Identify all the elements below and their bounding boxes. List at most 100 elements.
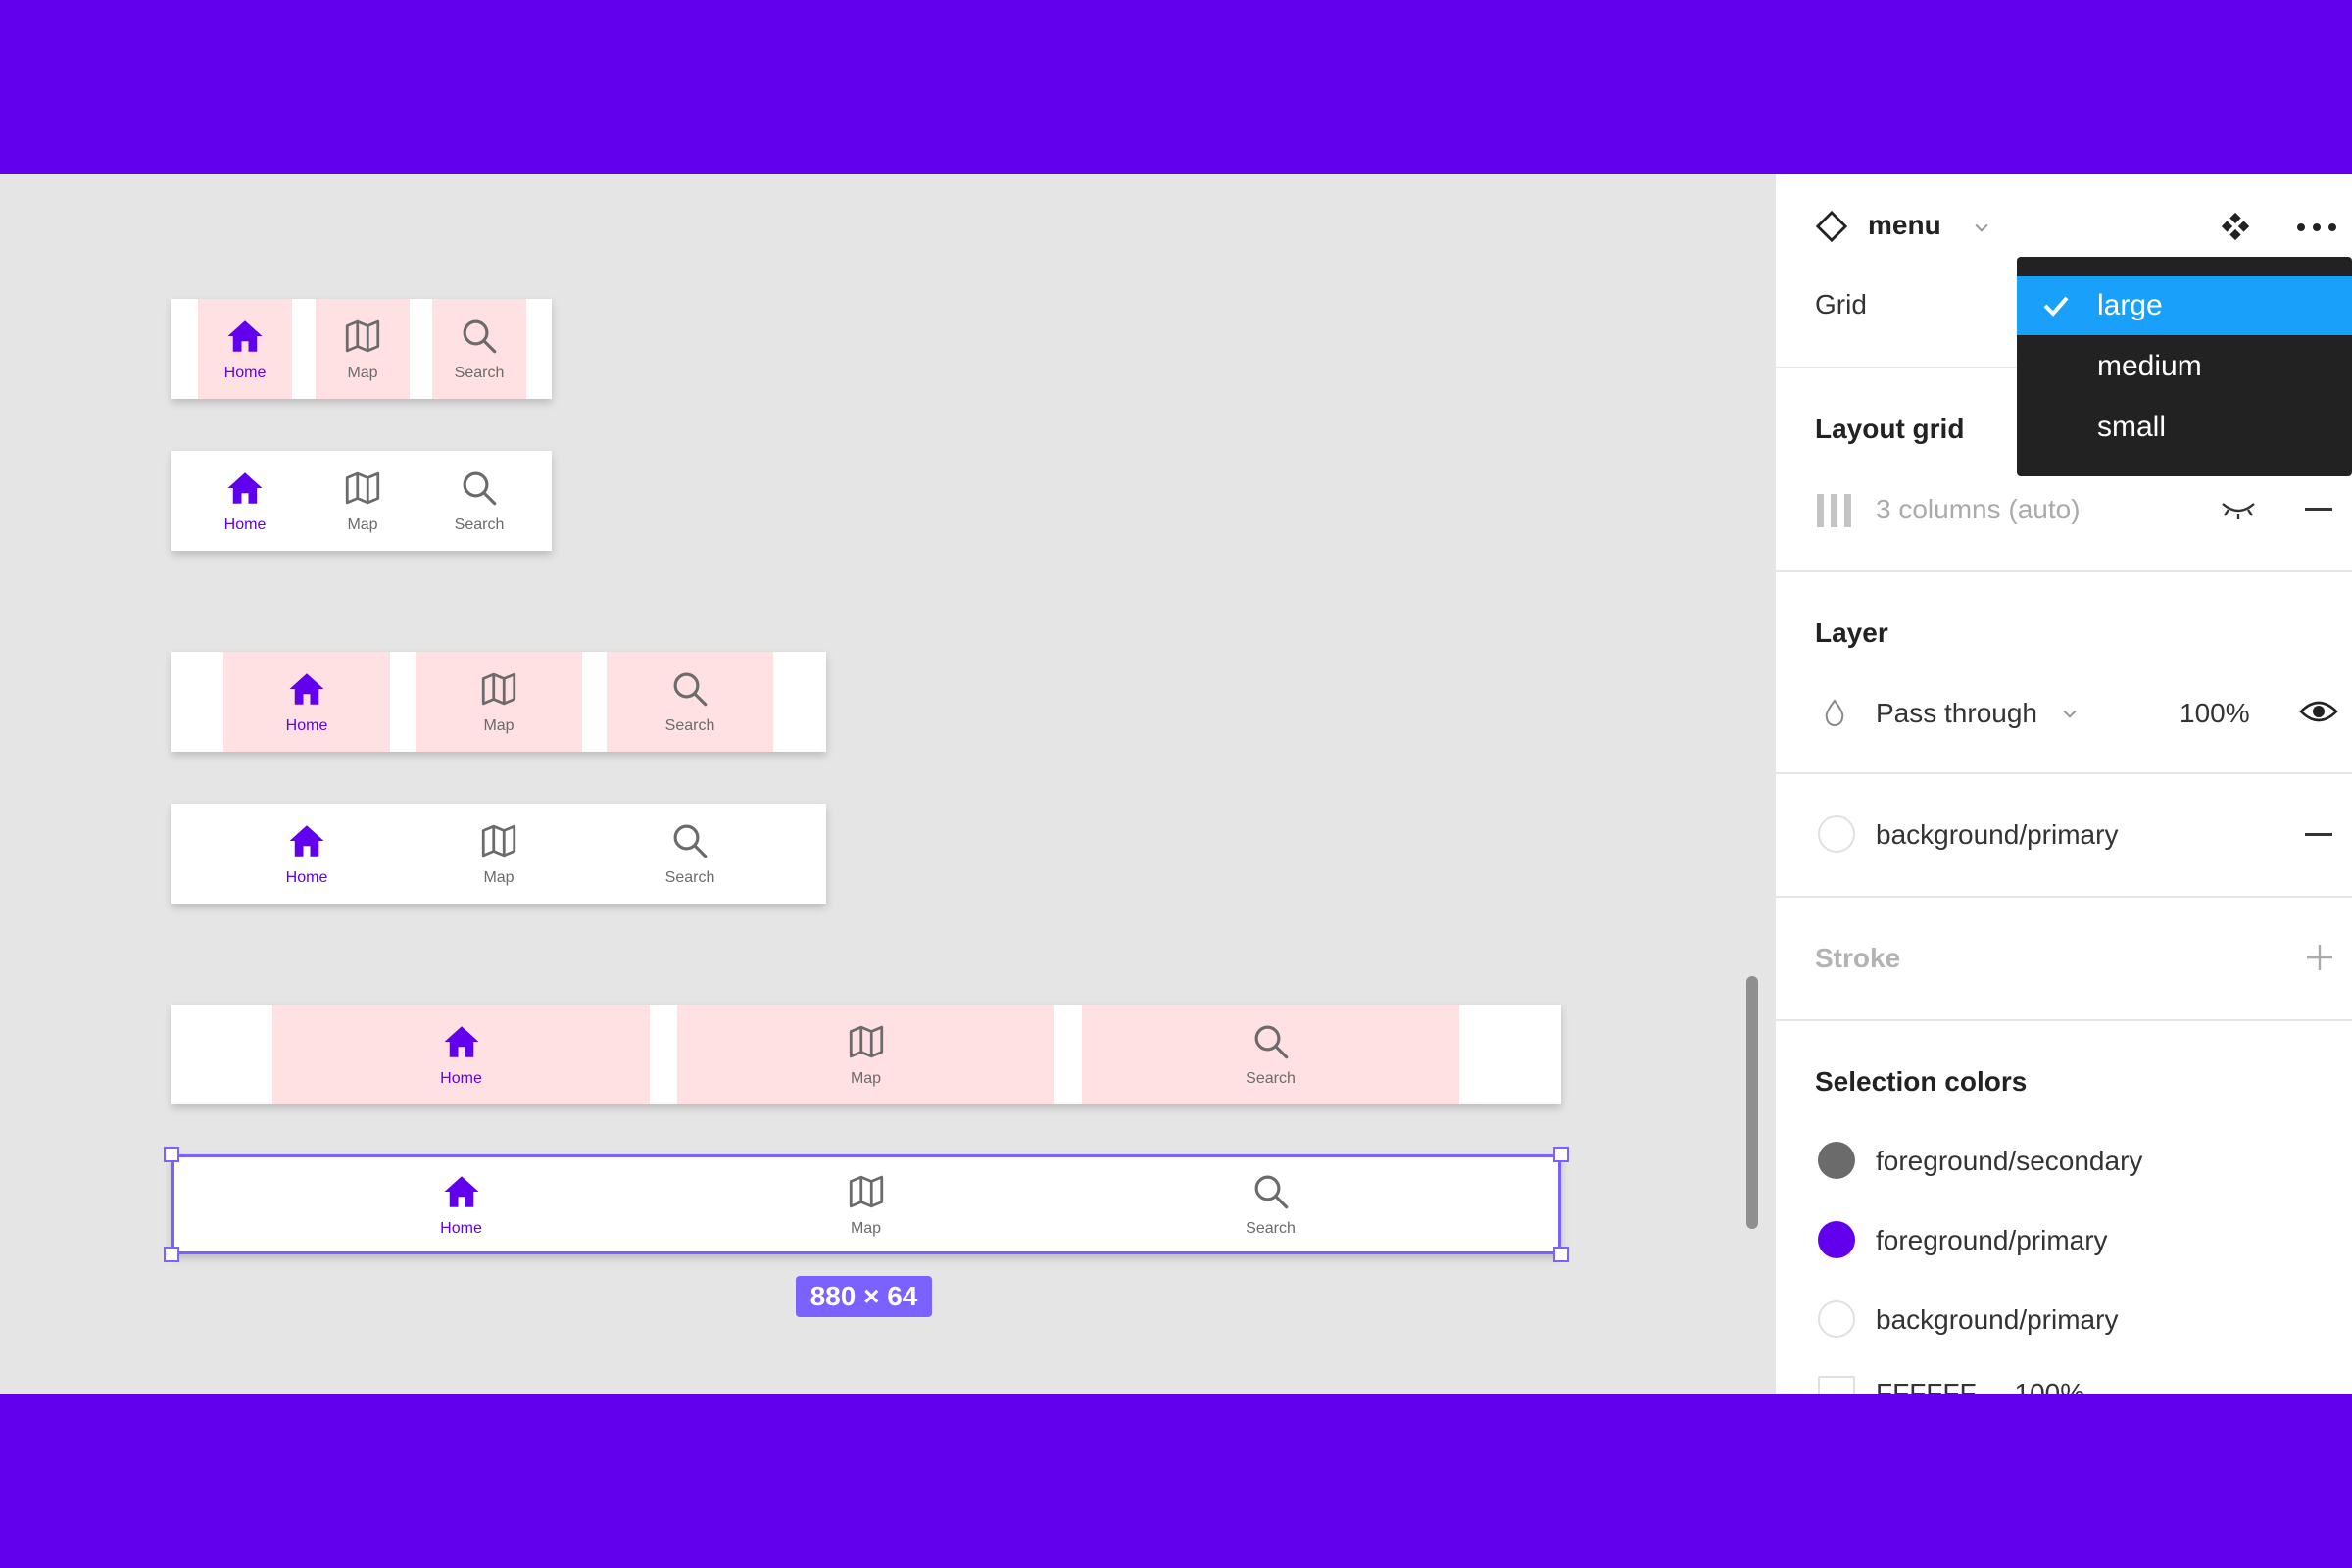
nav-item-home[interactable]: Home bbox=[198, 299, 292, 399]
color-swatch-foreground-primary[interactable] bbox=[1818, 1221, 1855, 1258]
grid-variant-dropdown[interactable]: large medium small bbox=[2017, 257, 2352, 476]
nav-item-home[interactable]: Home bbox=[223, 652, 390, 752]
map-icon bbox=[846, 1171, 887, 1212]
nav-item-map[interactable]: Map bbox=[316, 451, 410, 551]
nav-label-search: Search bbox=[664, 869, 715, 886]
menu-small-with-grid[interactable]: Home Map Search bbox=[172, 299, 552, 399]
dropdown-option-large[interactable]: large bbox=[2017, 276, 2352, 335]
map-icon bbox=[342, 467, 383, 509]
divider bbox=[1776, 772, 2352, 774]
menu-medium-with-grid[interactable]: Home Map Search bbox=[172, 652, 826, 752]
color-swatch-background-primary[interactable] bbox=[1818, 1300, 1855, 1338]
fill-swatch[interactable] bbox=[1818, 815, 1855, 853]
nav-item-search[interactable]: Search bbox=[607, 804, 773, 904]
canvas-scrollbar[interactable] bbox=[1746, 976, 1758, 1229]
selection-colors-title: Selection colors bbox=[1815, 1066, 2028, 1097]
search-icon bbox=[459, 316, 500, 357]
divider bbox=[1776, 1019, 2352, 1021]
home-icon bbox=[224, 316, 266, 357]
home-icon bbox=[286, 820, 327, 861]
home-icon bbox=[286, 668, 327, 710]
grid-variant-label: Grid bbox=[1815, 289, 1867, 319]
map-icon bbox=[478, 820, 519, 861]
divider bbox=[1776, 570, 2352, 572]
nav-item-map[interactable]: Map bbox=[416, 804, 582, 904]
nav-label-search: Search bbox=[1246, 1220, 1296, 1237]
resize-handle-bottom-left[interactable] bbox=[164, 1247, 179, 1262]
nav-item-search[interactable]: Search bbox=[432, 299, 526, 399]
map-icon bbox=[478, 668, 519, 710]
layout-grid-title: Layout grid bbox=[1815, 414, 1965, 444]
search-icon bbox=[1250, 1171, 1292, 1212]
component-instance-icon bbox=[1815, 210, 1848, 243]
add-icon[interactable] bbox=[2305, 943, 2334, 972]
nav-label-map: Map bbox=[850, 1070, 882, 1087]
remove-icon[interactable] bbox=[2305, 833, 2332, 836]
component-set-icon[interactable] bbox=[2219, 210, 2252, 243]
remove-icon[interactable] bbox=[2305, 508, 2332, 511]
dropdown-option-small[interactable]: small bbox=[2017, 398, 2352, 457]
nav-item-search[interactable]: Search bbox=[432, 451, 526, 551]
nav-item-search[interactable]: Search bbox=[1082, 1154, 1459, 1254]
layer-opacity[interactable]: 100% bbox=[2180, 698, 2250, 729]
menu-medium[interactable]: Home Map Search bbox=[172, 804, 826, 904]
menu-large-selected[interactable]: Home Map Search bbox=[172, 1154, 1561, 1254]
nav-item-home[interactable]: Home bbox=[272, 1154, 650, 1254]
chevron-down-icon[interactable] bbox=[2060, 704, 2080, 723]
selection-color-name[interactable]: background/primary bbox=[1876, 1304, 2118, 1336]
nav-item-search[interactable]: Search bbox=[1082, 1004, 1459, 1104]
eye-icon[interactable] bbox=[2299, 696, 2338, 727]
nav-label-search: Search bbox=[454, 365, 505, 381]
resize-handle-top-left[interactable] bbox=[164, 1147, 179, 1162]
fill-style-name[interactable]: background/primary bbox=[1876, 819, 2118, 851]
nav-item-home[interactable]: Home bbox=[223, 804, 390, 904]
blend-mode-value[interactable]: Pass through bbox=[1876, 698, 2037, 729]
more-options-icon[interactable] bbox=[2295, 221, 2338, 233]
nav-label-home: Home bbox=[223, 516, 267, 533]
nav-label-search: Search bbox=[664, 717, 715, 734]
nav-label-map: Map bbox=[483, 717, 514, 734]
menu-large-with-grid[interactable]: Home Map Search bbox=[172, 1004, 1561, 1104]
divider bbox=[1776, 896, 2352, 898]
nav-label-home: Home bbox=[440, 1220, 482, 1237]
nav-item-map[interactable]: Map bbox=[677, 1004, 1054, 1104]
dropdown-option-label: small bbox=[2097, 411, 2167, 443]
nav-item-search[interactable]: Search bbox=[607, 652, 773, 752]
nav-item-home[interactable]: Home bbox=[272, 1004, 650, 1104]
nav-label-search: Search bbox=[454, 516, 505, 533]
nav-label-home: Home bbox=[223, 365, 267, 381]
nav-label-map: Map bbox=[850, 1220, 882, 1237]
search-icon bbox=[459, 467, 500, 509]
resize-handle-bottom-right[interactable] bbox=[1553, 1247, 1569, 1262]
selection-color-name[interactable]: foreground/secondary bbox=[1876, 1146, 2142, 1177]
stroke-title: Stroke bbox=[1815, 943, 1901, 973]
resize-handle-top-right[interactable] bbox=[1553, 1147, 1569, 1162]
dropdown-option-label: medium bbox=[2097, 350, 2202, 382]
size-badge: 880 × 64 bbox=[796, 1276, 932, 1317]
menu-small[interactable]: Home Map Search bbox=[172, 451, 552, 551]
color-swatch-foreground-secondary[interactable] bbox=[1818, 1142, 1855, 1179]
nav-label-home: Home bbox=[440, 1070, 482, 1087]
nav-item-map[interactable]: Map bbox=[677, 1154, 1054, 1254]
color-swatch-hex[interactable] bbox=[1818, 1376, 1855, 1394]
columns-grid-icon bbox=[1817, 494, 1851, 527]
dropdown-option-medium[interactable]: medium bbox=[2017, 337, 2352, 396]
search-icon bbox=[669, 820, 710, 861]
layer-title: Layer bbox=[1815, 617, 1888, 648]
map-icon bbox=[342, 316, 383, 357]
checkmark-icon bbox=[2043, 296, 2069, 317]
layout-grid-value[interactable]: 3 columns (auto) bbox=[1876, 494, 2081, 525]
home-icon bbox=[224, 467, 266, 509]
selection-color-name[interactable]: foreground/primary bbox=[1876, 1225, 2108, 1256]
chevron-down-icon[interactable] bbox=[1972, 218, 1991, 237]
nav-item-home[interactable]: Home bbox=[198, 451, 292, 551]
design-canvas[interactable]: Home Map Search Home Map Search Home Map… bbox=[0, 174, 1776, 1394]
nav-item-map[interactable]: Map bbox=[316, 299, 410, 399]
hidden-eye-icon[interactable] bbox=[2219, 494, 2258, 523]
nav-label-map: Map bbox=[347, 516, 378, 533]
nav-item-map[interactable]: Map bbox=[416, 652, 582, 752]
home-icon bbox=[441, 1171, 482, 1212]
search-icon bbox=[1250, 1021, 1292, 1062]
selection-color-hex-row[interactable]: FFFFFF 100% bbox=[1876, 1378, 2084, 1394]
component-name[interactable]: menu bbox=[1868, 210, 1941, 241]
